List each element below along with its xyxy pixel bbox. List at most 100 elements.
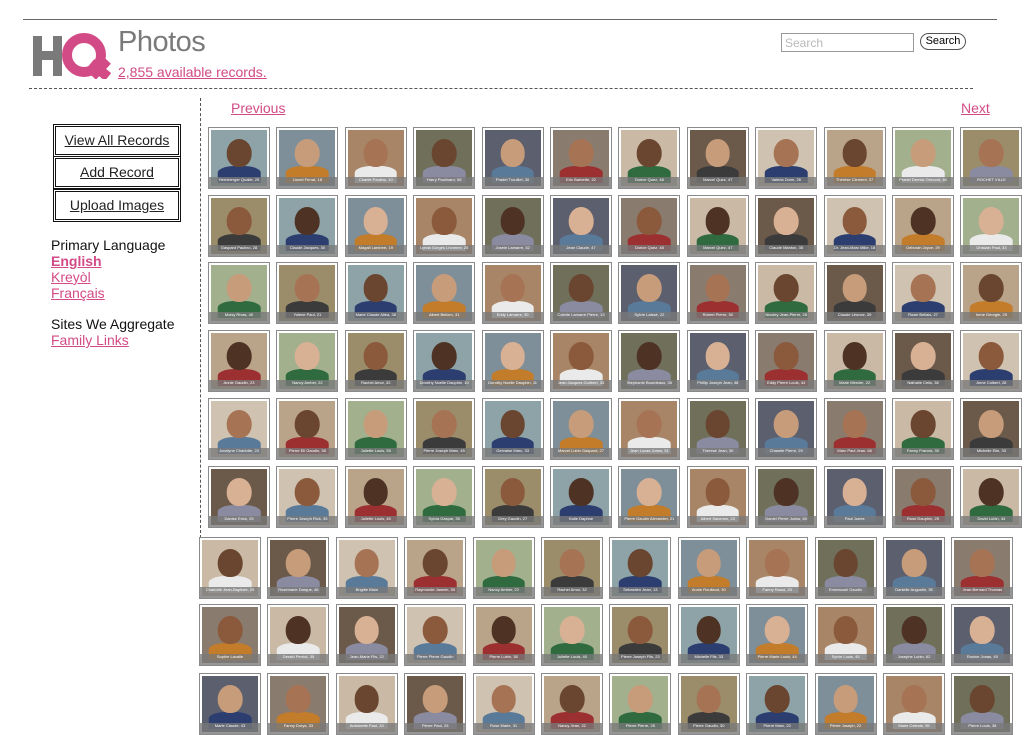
photo-thumbnail[interactable]: Pradel Trouillet, 30 <box>481 127 544 189</box>
photo-thumbnail[interactable]: Marie Mercier, 22 <box>823 330 886 392</box>
photo-thumbnail[interactable]: Nathalie Celis, 38 <box>892 330 954 392</box>
photo-thumbnail[interactable]: Charlie Paulino, 10 <box>344 127 407 189</box>
photo-thumbnail[interactable]: Marie Claude Allea, 38 <box>344 262 407 324</box>
photo-thumbnail[interactable]: Brigitte Blain <box>335 537 398 599</box>
photo-thumbnail[interactable]: Pierre Pierre Gaudin <box>404 604 467 666</box>
photo-thumbnail[interactable]: ROCHET VILLE <box>960 127 1023 189</box>
photo-thumbnail[interactable]: Marie Celeste, 55 <box>883 673 945 735</box>
photo-thumbnail[interactable]: Hertzberger Quaile, 25 <box>208 127 270 189</box>
photo-thumbnail[interactable]: Rose Marie, 31 <box>472 673 535 735</box>
photo-thumbnail[interactable]: Sophie Lavalle <box>199 604 261 666</box>
photo-thumbnail[interactable]: Gervaise Marc, 33 <box>481 398 544 460</box>
photo-thumbnail[interactable]: Anne Colbert, 28 <box>960 330 1023 392</box>
photo-thumbnail[interactable]: Rose Dauphin, 25 <box>892 466 954 528</box>
photo-thumbnail[interactable]: Yolene Paul, 21 <box>276 262 339 324</box>
photo-thumbnail[interactable]: Claude Léonce, 39 <box>823 262 886 324</box>
photo-thumbnail[interactable]: Pierre Marc, 22 <box>746 673 809 735</box>
photo-thumbnail[interactable]: Jean Lucas Jones, 51 <box>618 398 681 460</box>
photo-thumbnail[interactable]: Pierre Joseph Marc, 45 <box>413 398 476 460</box>
photo-thumbnail[interactable]: Rosine Jonas, 45 <box>951 604 1014 666</box>
photo-thumbnail[interactable]: Colette Lamarre Pierre, 13 <box>550 262 612 324</box>
photo-thumbnail[interactable]: Dr. Jean-Marc Mike, 18 <box>823 195 886 257</box>
photo-thumbnail[interactable]: Pierre Joseph Rick, 35 <box>276 466 339 528</box>
photo-thumbnail[interactable]: Pierre Lubin, 38 <box>472 604 535 666</box>
photo-thumbnail[interactable]: Pierre Gaudin Alexander, 21 <box>618 466 681 528</box>
photo-thumbnail[interactable]: Claude Manton, 35 <box>755 195 818 257</box>
photo-thumbnail[interactable]: Pradel Derrick Ormond, 46 <box>892 127 954 189</box>
photo-thumbnail[interactable]: Marie Claude, 43 <box>199 673 261 735</box>
photo-thumbnail[interactable]: Daniel Pierre Junior, 60 <box>755 466 818 528</box>
photo-thumbnail[interactable]: Lionel Ferrat, 18 <box>276 127 339 189</box>
photo-thumbnail[interactable]: Josele Lamarre, 32 <box>481 195 544 257</box>
photo-thumbnail[interactable]: Dorice Quez, 48 <box>618 195 681 257</box>
photo-thumbnail[interactable]: Jocelyne Charlotte, 23 <box>208 398 270 460</box>
photo-thumbnail[interactable]: Stephanie Bourdeaux, 35 <box>618 330 681 392</box>
photo-thumbnail[interactable]: Charlotte Jean-Baptiste, 25 <box>199 537 261 599</box>
photo-thumbnail[interactable]: Nancy Amber, 22 <box>276 330 339 392</box>
photo-thumbnail[interactable]: Fanny Dorys, 33 <box>267 673 330 735</box>
photo-thumbnail[interactable]: Dorothy Noelle Dauphin, 11 <box>481 330 544 392</box>
photo-thumbnail[interactable]: Pierre Marie Louis, 44 <box>746 604 809 666</box>
photo-thumbnail[interactable]: Claude Jacques, 30 <box>276 195 339 257</box>
photo-thumbnail[interactable]: Dorice Quez, 48 <box>618 127 681 189</box>
photo-thumbnail[interactable]: Marcel Lubin Gaspard, 27 <box>550 398 612 460</box>
photo-thumbnail[interactable]: Pierre Eli Gaudin, 38 <box>276 398 339 460</box>
photo-thumbnail[interactable]: Paul Jones <box>823 466 886 528</box>
photo-thumbnail[interactable]: Chasele Pierre, 29 <box>755 398 818 460</box>
photo-thumbnail[interactable]: Juliette Louis, 55 <box>344 398 407 460</box>
photo-thumbnail[interactable]: Dorothy Noelle Dauphin, 10 <box>413 330 476 392</box>
photo-thumbnail[interactable]: Sylvie Laissé, 22 <box>618 262 681 324</box>
photo-thumbnail[interactable]: Nicoley Jean-Pierre, 26 <box>755 262 818 324</box>
photo-thumbnail[interactable]: Jean-Marie Fils, 22 <box>335 604 398 666</box>
photo-thumbnail[interactable]: Jean Jacques Guilbert, 33 <box>550 330 612 392</box>
photo-thumbnail[interactable]: Rachel Amor, 32 <box>541 537 603 599</box>
photo-thumbnail[interactable]: Juliette Louis, 40 <box>541 604 603 666</box>
photo-thumbnail[interactable]: Harry Paulinard, 58 <box>413 127 476 189</box>
photo-thumbnail[interactable]: Albert Salomon, 23 <box>686 466 749 528</box>
photo-thumbnail[interactable]: Phillip Joseph Jean, 48 <box>686 330 749 392</box>
photo-thumbnail[interactable]: Antoinette Paul, 33 <box>335 673 398 735</box>
photo-thumbnail[interactable]: Eddy Pierre Louis, 44 <box>755 330 818 392</box>
photo-thumbnail[interactable]: Annie Roulland, 30 <box>677 537 740 599</box>
photo-thumbnail[interactable]: Therese Jean, 30 <box>686 398 749 460</box>
photo-thumbnail[interactable]: Sylvie Louis, 45 <box>814 604 877 666</box>
photo-thumbnail[interactable]: Rosie Bellais, 27 <box>892 262 954 324</box>
photo-thumbnail[interactable]: Eric Barbette, 22 <box>550 127 612 189</box>
photo-thumbnail[interactable]: Eddy Lamarre, 30 <box>481 262 544 324</box>
photo-thumbnail[interactable]: Pierre Paul, 25 <box>404 673 467 735</box>
photo-thumbnail[interactable]: Moisy Rivas, 40 <box>208 262 270 324</box>
photo-thumbnail[interactable]: Fanny Francis, 30 <box>892 398 954 460</box>
photo-thumbnail[interactable]: Pierre Gaudin, 30 <box>677 673 740 735</box>
photo-thumbnail[interactable]: Annie Gaudin, 23 <box>208 330 270 392</box>
photo-thumbnail[interactable]: Albert Bellom, 31 <box>413 262 476 324</box>
photo-thumbnail[interactable]: Michelle Fils, 33 <box>677 604 740 666</box>
photo-thumbnail[interactable]: Marcel Quez, 47 <box>686 127 749 189</box>
photo-thumbnail[interactable]: Deborah Joyce, 29 <box>892 195 954 257</box>
photo-thumbnail[interactable]: Valeria Dunn, 26 <box>755 127 818 189</box>
photo-thumbnail[interactable]: Emmanuel Gaudin <box>814 537 877 599</box>
photo-thumbnail[interactable]: Gerald Perriot, 35 <box>267 604 330 666</box>
photo-thumbnail[interactable]: Ghislain Paul, 33 <box>960 195 1023 257</box>
photo-thumbnail[interactable]: Marcel Quez, 47 <box>686 195 749 257</box>
photo-thumbnail[interactable]: Danise Erick, 25 <box>208 466 270 528</box>
photo-thumbnail[interactable]: Katie Daphne <box>550 466 612 528</box>
photo-thumbnail[interactable]: Gaspard Paulino, 28 <box>208 195 270 257</box>
photo-thumbnail[interactable]: Nancy Jean, 22 <box>541 673 603 735</box>
photo-thumbnail[interactable]: Michelle Elie, 33 <box>960 398 1023 460</box>
photo-thumbnail[interactable]: Raymonde Jasmin, 55 <box>404 537 467 599</box>
photo-thumbnail[interactable]: Rachel Amor, 32 <box>344 330 407 392</box>
photo-thumbnail[interactable]: Nancy Amber, 22 <box>472 537 535 599</box>
photo-thumbnail[interactable]: Danielle Augustin, 35 <box>883 537 945 599</box>
photo-thumbnail[interactable]: David Lubin, 44 <box>960 466 1023 528</box>
photo-thumbnail[interactable]: Pierre Louis, 38 <box>951 673 1014 735</box>
photo-thumbnail[interactable]: Fanny Raoul, 25 <box>746 537 809 599</box>
photo-thumbnail[interactable]: Sylvia Gaspar, 35 <box>413 466 476 528</box>
photo-thumbnail[interactable]: Robert Pierre, 50 <box>686 262 749 324</box>
photo-thumbnail[interactable]: Grey Gaudin, 27 <box>481 466 544 528</box>
photo-thumbnail[interactable]: Rosemarie Darque, 46 <box>267 537 330 599</box>
photo-thumbnail[interactable]: Pierre Joseph, 22 <box>814 673 877 735</box>
photo-thumbnail[interactable]: Marc Paul Jean, 66 <box>823 398 886 460</box>
photo-thumbnail[interactable]: Lynda Gorges Lhomme, 25 <box>413 195 476 257</box>
photo-thumbnail[interactable]: Pierre Pierre, 25 <box>609 673 672 735</box>
photo-thumbnail[interactable]: Magali Lambert, 19 <box>344 195 407 257</box>
